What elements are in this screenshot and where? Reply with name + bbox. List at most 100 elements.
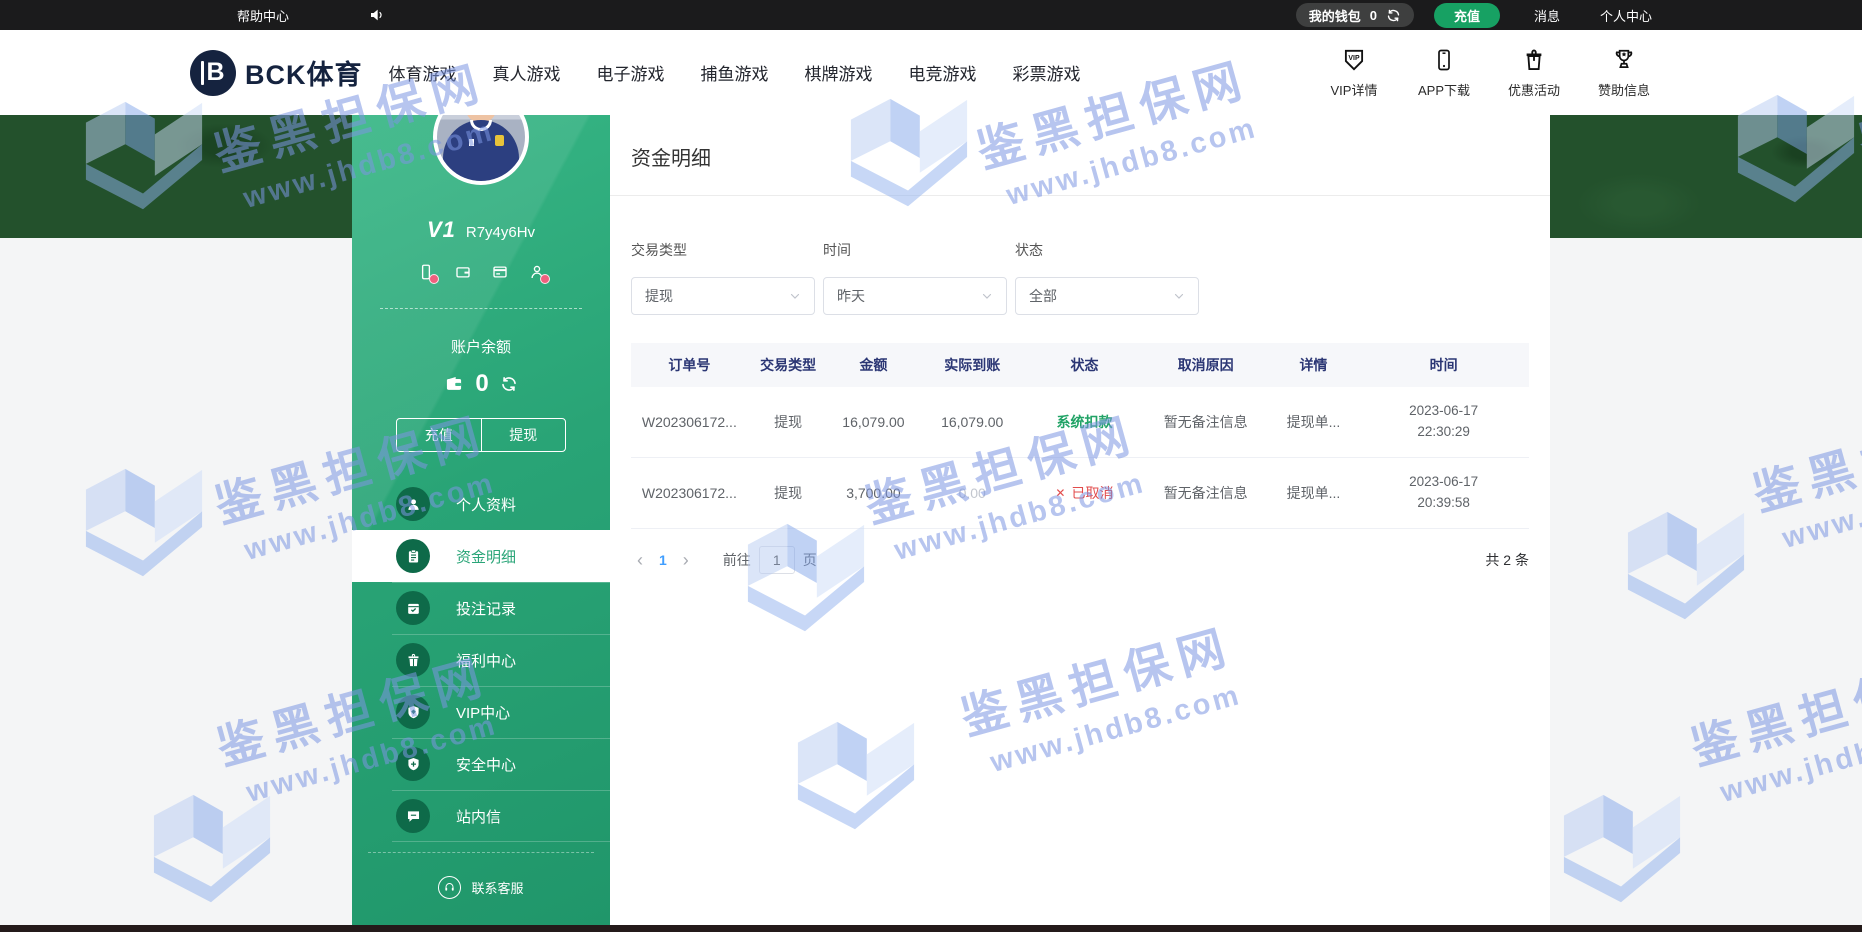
verified-badge xyxy=(429,274,439,284)
filter-status: 状态 全部 xyxy=(1015,240,1199,315)
balance-refresh-icon[interactable] xyxy=(500,375,518,393)
filters: 交易类型 提现 时间 昨天 状态 全部 xyxy=(610,196,1550,315)
filter-label: 交易类型 xyxy=(631,240,815,260)
balance-row: 0 xyxy=(352,370,610,398)
phone-app-icon xyxy=(1432,46,1456,73)
next-page-icon[interactable]: › xyxy=(677,551,695,569)
sponsor-info-link[interactable]: 赞助信息 xyxy=(1592,46,1656,99)
pagination: ‹ 1 › 前往 页 共 2 条 xyxy=(610,529,1550,574)
bank-card-icon[interactable] xyxy=(491,263,509,281)
wallet-amount: 0 xyxy=(1370,8,1377,23)
app-download-link[interactable]: APP下载 xyxy=(1412,46,1476,99)
speaker-icon[interactable] xyxy=(369,7,385,23)
sidebar-item-label: 个人资料 xyxy=(456,494,516,515)
amount: 16,079.00 xyxy=(829,414,919,430)
detail-link[interactable]: 提现单... xyxy=(1269,483,1359,503)
balance-wallet-icon xyxy=(444,374,464,394)
sidebar-item-welfare-center[interactable]: 福利中心 xyxy=(352,634,610,686)
logo[interactable]: B BCK体育 xyxy=(190,50,363,96)
help-center-link[interactable]: 帮助中心 xyxy=(237,6,289,25)
filter-time: 时间 昨天 xyxy=(823,240,1007,315)
goto-page-input[interactable] xyxy=(759,546,795,574)
actual-amount: 0.00 xyxy=(918,485,1026,501)
amount: 3,700.00 xyxy=(829,485,919,501)
col-cancel-reason: 取消原因 xyxy=(1143,355,1269,375)
status-select[interactable]: 全部 xyxy=(1015,277,1199,315)
promotions-link[interactable]: 优惠活动 xyxy=(1502,46,1566,99)
sidebar-item-label: 福利中心 xyxy=(456,650,516,671)
balance-label: 账户余额 xyxy=(352,336,610,357)
cancel-reason: 暂无备注信息 xyxy=(1143,483,1269,503)
main-layout: V1 R7y4y6Hv 账户余额 xyxy=(352,115,1550,932)
col-order-no: 订单号 xyxy=(631,355,748,375)
nav-item-cards[interactable]: 棋牌游戏 xyxy=(805,60,873,85)
footer-strip xyxy=(0,925,1862,932)
quick-link-label: 优惠活动 xyxy=(1508,80,1560,99)
recharge-button[interactable]: 充值 xyxy=(1434,3,1500,28)
time-select[interactable]: 昨天 xyxy=(823,277,1007,315)
tx-time: 2023-06-17 22:30:29 xyxy=(1358,401,1529,443)
user-identity: V1 R7y4y6Hv xyxy=(352,217,610,243)
sidebar-item-bet-records[interactable]: 投注记录 xyxy=(352,582,610,634)
nav-item-live[interactable]: 真人游戏 xyxy=(493,60,561,85)
transaction-type-select[interactable]: 提现 xyxy=(631,277,815,315)
cancel-reason: 暂无备注信息 xyxy=(1143,412,1269,432)
goto-label: 前往 xyxy=(723,550,751,570)
table-header: 订单号 交易类型 金额 实际到账 状态 取消原因 详情 时间 xyxy=(631,343,1529,387)
chevron-down-icon xyxy=(981,290,993,302)
prev-page-icon[interactable]: ‹ xyxy=(631,551,649,569)
nav-item-lottery[interactable]: 彩票游戏 xyxy=(1013,60,1081,85)
tx-date: 2023-06-17 xyxy=(1409,474,1478,489)
logo-icon: B xyxy=(190,50,236,96)
page-number[interactable]: 1 xyxy=(659,552,667,568)
wallet-icon[interactable] xyxy=(454,263,472,281)
vip-level-badge: V1 xyxy=(427,217,456,243)
personal-center-link[interactable]: 个人中心 xyxy=(1600,6,1652,25)
nav-item-slots[interactable]: 电子游戏 xyxy=(597,60,665,85)
person-icon xyxy=(396,487,430,521)
topbar: 帮助中心 我的钱包 0 充值 消息 个人中心 xyxy=(0,0,1862,30)
calendar-check-icon xyxy=(396,591,430,625)
sidebar-withdraw-button[interactable]: 提现 xyxy=(481,419,566,451)
sidebar-recharge-button[interactable]: 充值 xyxy=(397,419,481,451)
select-value: 全部 xyxy=(1029,286,1057,306)
contact-service-button[interactable]: 联系客服 xyxy=(352,852,610,922)
watermark-shield-icon xyxy=(148,788,276,904)
quick-link-label: VIP详情 xyxy=(1331,80,1378,99)
table-row: W202306172... 提现 3,700.00 0.00 ✕ 已取消 暂无备… xyxy=(631,458,1529,529)
nav-item-fishing[interactable]: 捕鱼游戏 xyxy=(701,60,769,85)
sidebar-item-security-center[interactable]: 安全中心 xyxy=(352,738,610,790)
messages-link[interactable]: 消息 xyxy=(1534,6,1560,25)
sidebar-item-profile[interactable]: 个人资料 xyxy=(352,478,610,530)
chat-bubble-icon xyxy=(396,799,430,833)
sidebar-item-fund-details[interactable]: 资金明细 xyxy=(352,530,610,582)
col-amount: 金额 xyxy=(829,355,919,375)
watermark-text: 鉴黑担保网 www.jhdb8.com xyxy=(1744,383,1862,560)
contact-service-label: 联系客服 xyxy=(471,878,523,897)
nav-item-esports[interactable]: 电竞游戏 xyxy=(909,60,977,85)
sidebar: V1 R7y4y6Hv 账户余额 xyxy=(352,115,610,932)
phone-verified-icon[interactable] xyxy=(417,263,435,281)
watermark-text: 鉴黑担保网 www.jhdb8.com xyxy=(1682,637,1862,814)
fund-details-table: 订单号 交易类型 金额 实际到账 状态 取消原因 详情 时间 W20230617… xyxy=(631,343,1529,529)
refresh-icon[interactable] xyxy=(1386,8,1401,23)
svg-text:VIP: VIP xyxy=(1348,54,1360,61)
profile-badge-icon[interactable] xyxy=(528,263,546,281)
detail-link[interactable]: 提现单... xyxy=(1269,412,1359,432)
wallet-actions: 充值 提现 xyxy=(396,418,566,452)
shield-diamond-icon xyxy=(396,695,430,729)
nav-item-sports[interactable]: 体育游戏 xyxy=(389,60,457,85)
sidebar-item-vip-center[interactable]: VIP中心 xyxy=(352,686,610,738)
logo-text: BCK体育 xyxy=(245,53,363,92)
chevron-down-icon xyxy=(789,290,801,302)
select-value: 提现 xyxy=(645,286,673,306)
headset-icon xyxy=(438,876,461,899)
sidebar-item-site-mail[interactable]: 站内信 xyxy=(352,790,610,842)
page: 帮助中心 我的钱包 0 充值 消息 个人中心 B BCK体育 体育游戏 真人游戏 xyxy=(0,0,1862,932)
wallet-label: 我的钱包 xyxy=(1309,6,1361,25)
filter-label: 状态 xyxy=(1015,240,1199,260)
chevron-down-icon xyxy=(1173,290,1185,302)
col-status: 状态 xyxy=(1026,355,1143,375)
username: R7y4y6Hv xyxy=(466,224,535,241)
vip-details-link[interactable]: VIP VIP详情 xyxy=(1322,46,1386,99)
